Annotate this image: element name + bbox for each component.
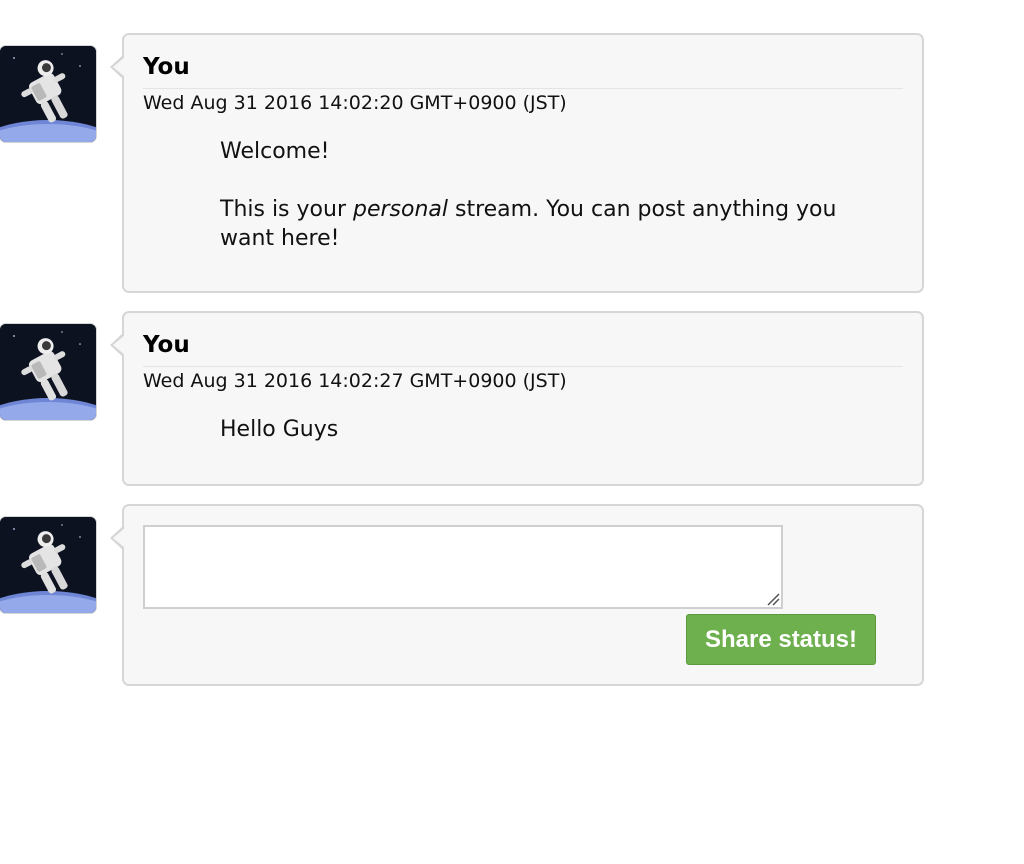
post-author: You xyxy=(143,332,190,358)
post-bubble: You Wed Aug 31 2016 14:02:20 GMT+0900 (J… xyxy=(110,33,924,293)
status-input[interactable] xyxy=(143,525,783,609)
post-line: Welcome! xyxy=(220,139,330,164)
resize-handle-icon[interactable] xyxy=(764,590,780,606)
astronaut-avatar xyxy=(0,517,96,613)
header-divider xyxy=(143,88,903,89)
post-line: This is your personal stream. You can po… xyxy=(220,195,840,253)
post-timestamp: Wed Aug 31 2016 14:02:20 GMT+0900 (JST) xyxy=(143,92,567,114)
post-text: This is your xyxy=(220,197,353,222)
post-author: You xyxy=(143,54,190,80)
astronaut-icon xyxy=(0,324,96,420)
astronaut-avatar xyxy=(0,46,96,142)
header-divider xyxy=(143,366,903,367)
post-bubble: You Wed Aug 31 2016 14:02:27 GMT+0900 (J… xyxy=(110,311,924,486)
post-body: Hello Guys xyxy=(220,415,840,444)
post-line: Hello Guys xyxy=(220,417,339,442)
astronaut-icon xyxy=(0,517,96,613)
post-emphasis: personal xyxy=(352,197,448,222)
post-body: Welcome! This is your personal stream. Y… xyxy=(220,137,840,253)
composer-bubble: Share status! xyxy=(110,504,924,686)
share-status-button[interactable]: Share status! xyxy=(686,614,876,665)
status-stream: You Wed Aug 31 2016 14:02:20 GMT+0900 (J… xyxy=(0,0,1024,864)
astronaut-icon xyxy=(0,46,96,142)
post-timestamp: Wed Aug 31 2016 14:02:27 GMT+0900 (JST) xyxy=(143,370,567,392)
astronaut-avatar xyxy=(0,324,96,420)
